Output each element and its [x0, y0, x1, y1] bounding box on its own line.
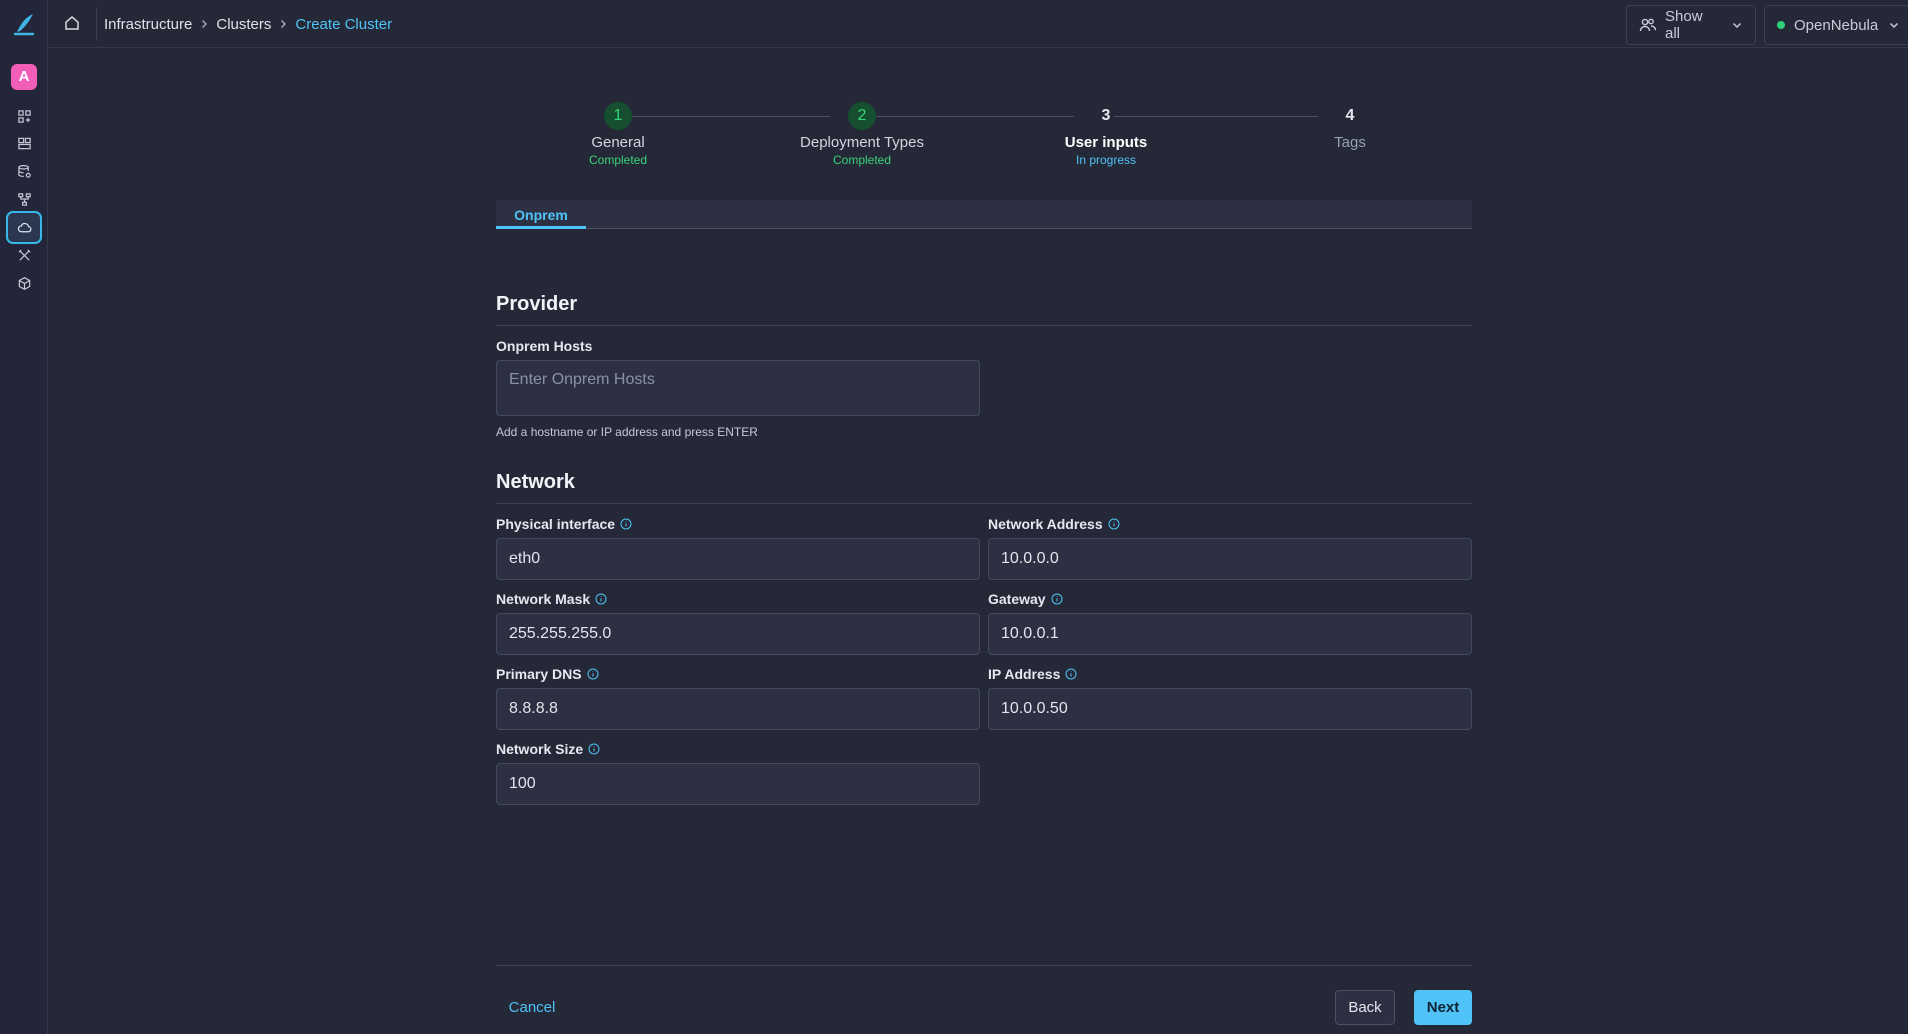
- step-number: 1: [604, 102, 632, 130]
- back-button[interactable]: Back: [1335, 990, 1395, 1025]
- zone-label: OpenNebula: [1794, 16, 1879, 34]
- tools-icon: [17, 248, 31, 261]
- sidebar: A: [0, 0, 48, 1034]
- network-size-input[interactable]: [496, 763, 980, 805]
- dashboard-icon: [17, 109, 31, 123]
- breadcrumb-clusters[interactable]: Clusters: [216, 16, 271, 33]
- network-icon: [17, 192, 31, 206]
- primary-dns-input[interactable]: [496, 688, 980, 730]
- step-status: Completed: [588, 153, 648, 167]
- network-mask-input[interactable]: [496, 613, 980, 655]
- network-address-label-text: Network Address: [988, 516, 1103, 532]
- zone-selector[interactable]: OpenNebula: [1764, 5, 1908, 45]
- footer-divider: [496, 965, 1472, 966]
- tab-onprem[interactable]: Onprem: [496, 200, 586, 229]
- primary-dns-label: Primary DNS: [496, 666, 599, 682]
- onprem-hosts-helper: Add a hostname or IP address and press E…: [496, 425, 758, 439]
- step-user-inputs[interactable]: 3 User inputs In progress: [1016, 100, 1196, 167]
- deployment-tabs: Onprem: [496, 200, 1472, 229]
- network-address-label: Network Address: [988, 516, 1120, 532]
- step-label: User inputs: [1064, 134, 1148, 151]
- cube-icon: [18, 276, 30, 290]
- network-size-label: Network Size: [496, 741, 600, 757]
- info-icon[interactable]: [595, 593, 607, 605]
- sidebar-item-marketplace[interactable]: [7, 270, 41, 296]
- avatar[interactable]: A: [11, 64, 37, 90]
- info-icon[interactable]: [1108, 518, 1120, 530]
- ip-address-input[interactable]: [988, 688, 1472, 730]
- show-all-label: Show all: [1665, 8, 1703, 42]
- info-icon[interactable]: [587, 668, 599, 680]
- step-label: General: [591, 134, 645, 151]
- next-button[interactable]: Next: [1414, 990, 1472, 1025]
- physical-interface-label-text: Physical interface: [496, 516, 616, 532]
- home-icon[interactable]: [63, 14, 81, 32]
- sidebar-item-network[interactable]: [7, 186, 41, 212]
- step-tags[interactable]: 4 Tags: [1260, 100, 1440, 151]
- step-deployment-types[interactable]: 2 Deployment Types Completed: [772, 100, 952, 167]
- onprem-hosts-label-text: Onprem Hosts: [496, 338, 593, 354]
- step-number: 2: [848, 102, 876, 130]
- breadcrumb-infrastructure[interactable]: Infrastructure: [104, 16, 192, 33]
- cancel-button[interactable]: Cancel: [496, 990, 568, 1025]
- sidebar-item-infrastructure[interactable]: [6, 211, 42, 244]
- sidebar-item-instances[interactable]: [7, 130, 41, 156]
- step-general[interactable]: 1 General Completed: [528, 100, 708, 167]
- gateway-input[interactable]: [988, 613, 1472, 655]
- users-icon: [1639, 18, 1657, 32]
- info-icon[interactable]: [1051, 593, 1063, 605]
- cloud-icon: [17, 222, 31, 233]
- network-address-input[interactable]: [988, 538, 1472, 580]
- step-status: In progress: [1075, 153, 1137, 167]
- opennebula-logo-icon[interactable]: [12, 11, 36, 37]
- ip-address-label: IP Address: [988, 666, 1077, 682]
- network-size-label-text: Network Size: [496, 741, 584, 757]
- ip-address-label-text: IP Address: [988, 666, 1061, 682]
- chevron-down-icon: [1732, 22, 1742, 29]
- storage-icon: [17, 164, 31, 178]
- physical-interface-input[interactable]: [496, 538, 980, 580]
- sidebar-item-tools[interactable]: [7, 242, 41, 268]
- info-icon[interactable]: [620, 518, 632, 530]
- breadcrumb-divider: [96, 7, 97, 41]
- breadcrumb-create-cluster: Create Cluster: [295, 15, 393, 33]
- instances-icon: [17, 137, 31, 149]
- app-root: A Infrastructure Clusters Create Cluster…: [0, 0, 1908, 1034]
- step-status: Completed: [832, 153, 892, 167]
- chevron-down-icon: [1890, 22, 1899, 29]
- top-bar: Infrastructure Clusters Create Cluster S…: [48, 0, 1908, 48]
- sidebar-item-dashboard[interactable]: [7, 103, 41, 129]
- info-icon[interactable]: [1065, 668, 1077, 680]
- step-number: 4: [1345, 107, 1355, 124]
- network-section-title: Network: [496, 471, 1472, 504]
- info-icon[interactable]: [588, 743, 600, 755]
- gateway-label-text: Gateway: [988, 591, 1046, 607]
- physical-interface-label: Physical interface: [496, 516, 632, 532]
- primary-dns-label-text: Primary DNS: [496, 666, 582, 682]
- show-all-button[interactable]: Show all: [1626, 5, 1756, 45]
- step-label: Tags: [1334, 134, 1366, 151]
- chevron-right-icon: [202, 20, 208, 28]
- gateway-label: Gateway: [988, 591, 1063, 607]
- network-mask-label: Network Mask: [496, 591, 607, 607]
- onprem-hosts-label: Onprem Hosts: [496, 338, 592, 354]
- step-label: Deployment Types: [800, 134, 924, 151]
- step-number: 3: [1101, 107, 1111, 124]
- breadcrumb: Infrastructure Clusters Create Cluster: [104, 0, 392, 48]
- provider-section-title: Provider: [496, 293, 1472, 326]
- onprem-hosts-input[interactable]: [496, 360, 980, 416]
- chevron-right-icon: [281, 20, 287, 28]
- sidebar-item-storage[interactable]: [7, 158, 41, 184]
- zone-status-dot: [1777, 21, 1785, 29]
- wizard-stepper: 1 General Completed 2 Deployment Types C…: [496, 100, 1472, 170]
- network-mask-label-text: Network Mask: [496, 591, 591, 607]
